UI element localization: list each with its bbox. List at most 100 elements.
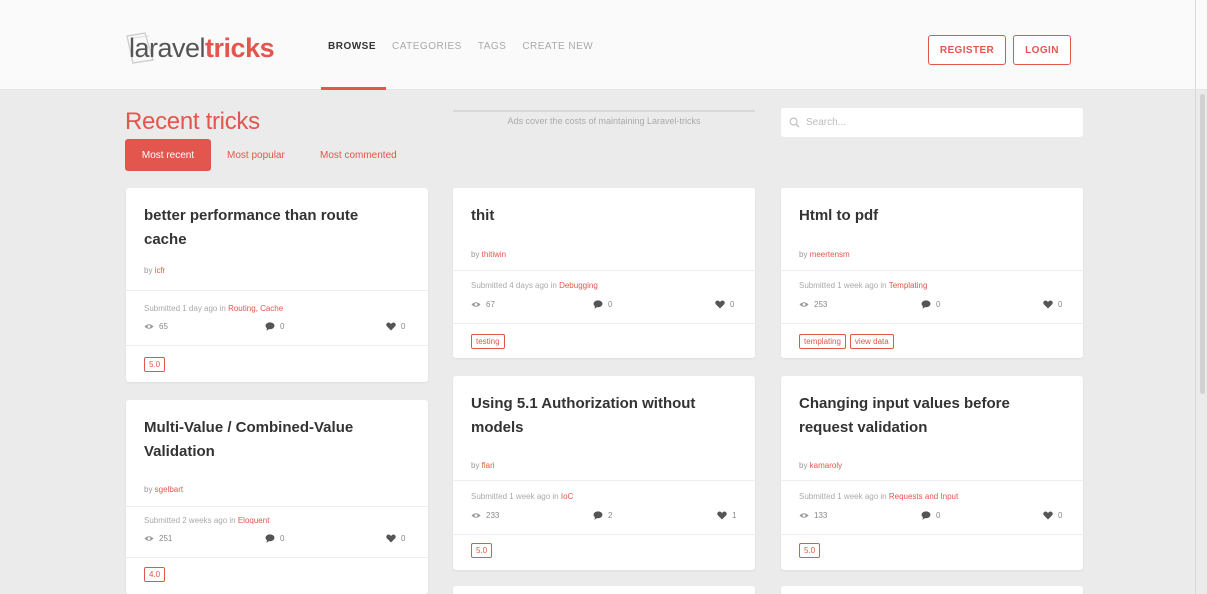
trick-category[interactable]: Templating [889,281,928,290]
search-box[interactable] [781,108,1083,137]
card-divider [453,270,755,271]
views-stat: 233 [471,511,499,520]
nav-browse[interactable]: BROWSE [328,41,376,52]
trick-author[interactable]: icfr [155,266,166,275]
scrollbar[interactable] [1200,94,1205,394]
trick-byline: by icfr [144,266,165,275]
comments-stat: 0 [921,300,940,309]
site-logo[interactable]: laraveltricks [126,28,275,68]
card-divider [126,345,428,346]
tag-badge[interactable]: 4.0 [144,567,166,582]
views-count: 133 [814,511,828,520]
logo-text-tricks: tricks [205,32,275,63]
card-divider [781,534,1083,535]
trick-author[interactable]: flari [482,461,495,470]
in-label: in [548,281,560,290]
views-stat: 133 [799,511,827,520]
tag-badge[interactable]: 5.0 [799,543,821,558]
trick-title[interactable]: Changing input values before request val… [799,392,1057,440]
comments-count: 0 [936,300,941,309]
trick-submitted: Submitted 1 week ago in Templating [799,281,927,290]
search-input[interactable] [806,117,1066,128]
register-button[interactable]: REGISTER [928,35,1006,65]
comment-icon [593,300,603,309]
trick-title[interactable]: Using 5.1 Authorization without models [471,392,729,440]
trick-title[interactable]: Multi-Value / Combined-Value Validation [144,416,402,464]
eye-icon [144,536,154,541]
trick-stats: 133 0 0 [799,511,1067,523]
comments-count: 0 [608,300,613,309]
trick-byline: by meertensm [799,250,850,259]
trick-submitted: Submitted 1 week ago in IoC [471,492,573,501]
trick-byline: by thitiwin [471,250,506,259]
trick-title[interactable]: Html to pdf [799,204,1057,228]
trick-card[interactable]: thit by thitiwin Submitted 4 days ago in… [453,188,755,358]
page-title: Recent tricks [125,108,260,135]
nav-categories[interactable]: CATEGORIES [392,41,462,52]
trick-title[interactable]: better performance than route cache [144,204,402,252]
likes-count: 0 [730,300,735,309]
trick-stats: 233 2 1 [471,511,739,523]
trick-card[interactable]: Multi-Value / Combined-Value Validation … [126,400,428,594]
trick-card[interactable]: better performance than route cache by i… [126,188,428,382]
card-divider [781,270,1083,271]
submitted-text: Submitted 1 week ago [799,492,879,501]
trick-stats: 67 0 0 [471,300,739,312]
in-label: in [550,492,561,501]
tab-most-popular[interactable]: Most popular [227,139,285,171]
trick-title[interactable]: thit [471,204,729,228]
tab-most-recent[interactable]: Most recent [125,139,211,171]
tag-badge[interactable]: view data [849,334,894,349]
trick-card[interactable]: Using 5.1 Authorization without models b… [453,376,755,570]
trick-tags: testing [471,334,505,349]
trick-card[interactable]: Changing input values before request val… [781,376,1083,570]
card-divider [126,557,428,558]
likes-count: 0 [1058,300,1063,309]
card-divider [781,323,1083,324]
nav-tags[interactable]: TAGS [478,41,506,52]
card-divider [126,290,428,291]
by-label: by [799,461,810,470]
likes-count: 1 [732,511,737,520]
likes-stat: 0 [1043,300,1062,309]
tag-badge[interactable]: 5.0 [471,543,493,558]
trick-card[interactable]: Html to pdf by meertensm Submitted 1 wee… [781,188,1083,358]
submitted-text: Submitted 1 day ago [144,304,218,313]
views-count: 67 [486,300,495,309]
logo-text-laravel: laravel [129,32,206,63]
trick-category[interactable]: Debugging [559,281,598,290]
likes-count: 0 [401,534,406,543]
nav-active-indicator [321,87,386,90]
likes-stat: 0 [715,300,734,309]
trick-author[interactable]: thitiwin [482,250,506,259]
tag-badge[interactable]: templating [799,334,846,349]
eye-icon [471,302,481,307]
trick-category[interactable]: Routing, Cache [228,304,283,313]
tag-badge[interactable]: testing [471,334,505,349]
trick-tags: 5.0 [144,357,166,372]
tag-badge[interactable]: 5.0 [144,357,166,372]
trick-author[interactable]: sgelbart [155,485,183,494]
trick-category[interactable]: Eloquent [238,516,270,525]
trick-category[interactable]: Requests and Input [889,492,958,501]
heart-icon [386,322,396,331]
views-stat: 251 [144,534,172,543]
trick-card[interactable] [453,586,755,594]
login-button[interactable]: LOGIN [1013,35,1071,65]
in-label: in [878,492,889,501]
trick-author[interactable]: kamaroly [810,461,842,470]
nav-create-new[interactable]: CREATE NEW [522,41,593,52]
card-divider [453,534,755,535]
trick-category[interactable]: IoC [561,492,573,501]
heart-icon [1043,511,1053,520]
submitted-text: Submitted 1 week ago [799,281,879,290]
trick-author[interactable]: meertensm [810,250,850,259]
trick-byline: by flari [471,461,495,470]
trick-card[interactable] [781,586,1083,594]
trick-tags: 4.0 [144,567,166,582]
card-divider [453,323,755,324]
comments-stat: 2 [593,511,612,520]
views-count: 65 [159,322,168,331]
tab-most-commented[interactable]: Most commented [320,139,397,171]
submitted-text: Submitted 4 days ago [471,281,549,290]
